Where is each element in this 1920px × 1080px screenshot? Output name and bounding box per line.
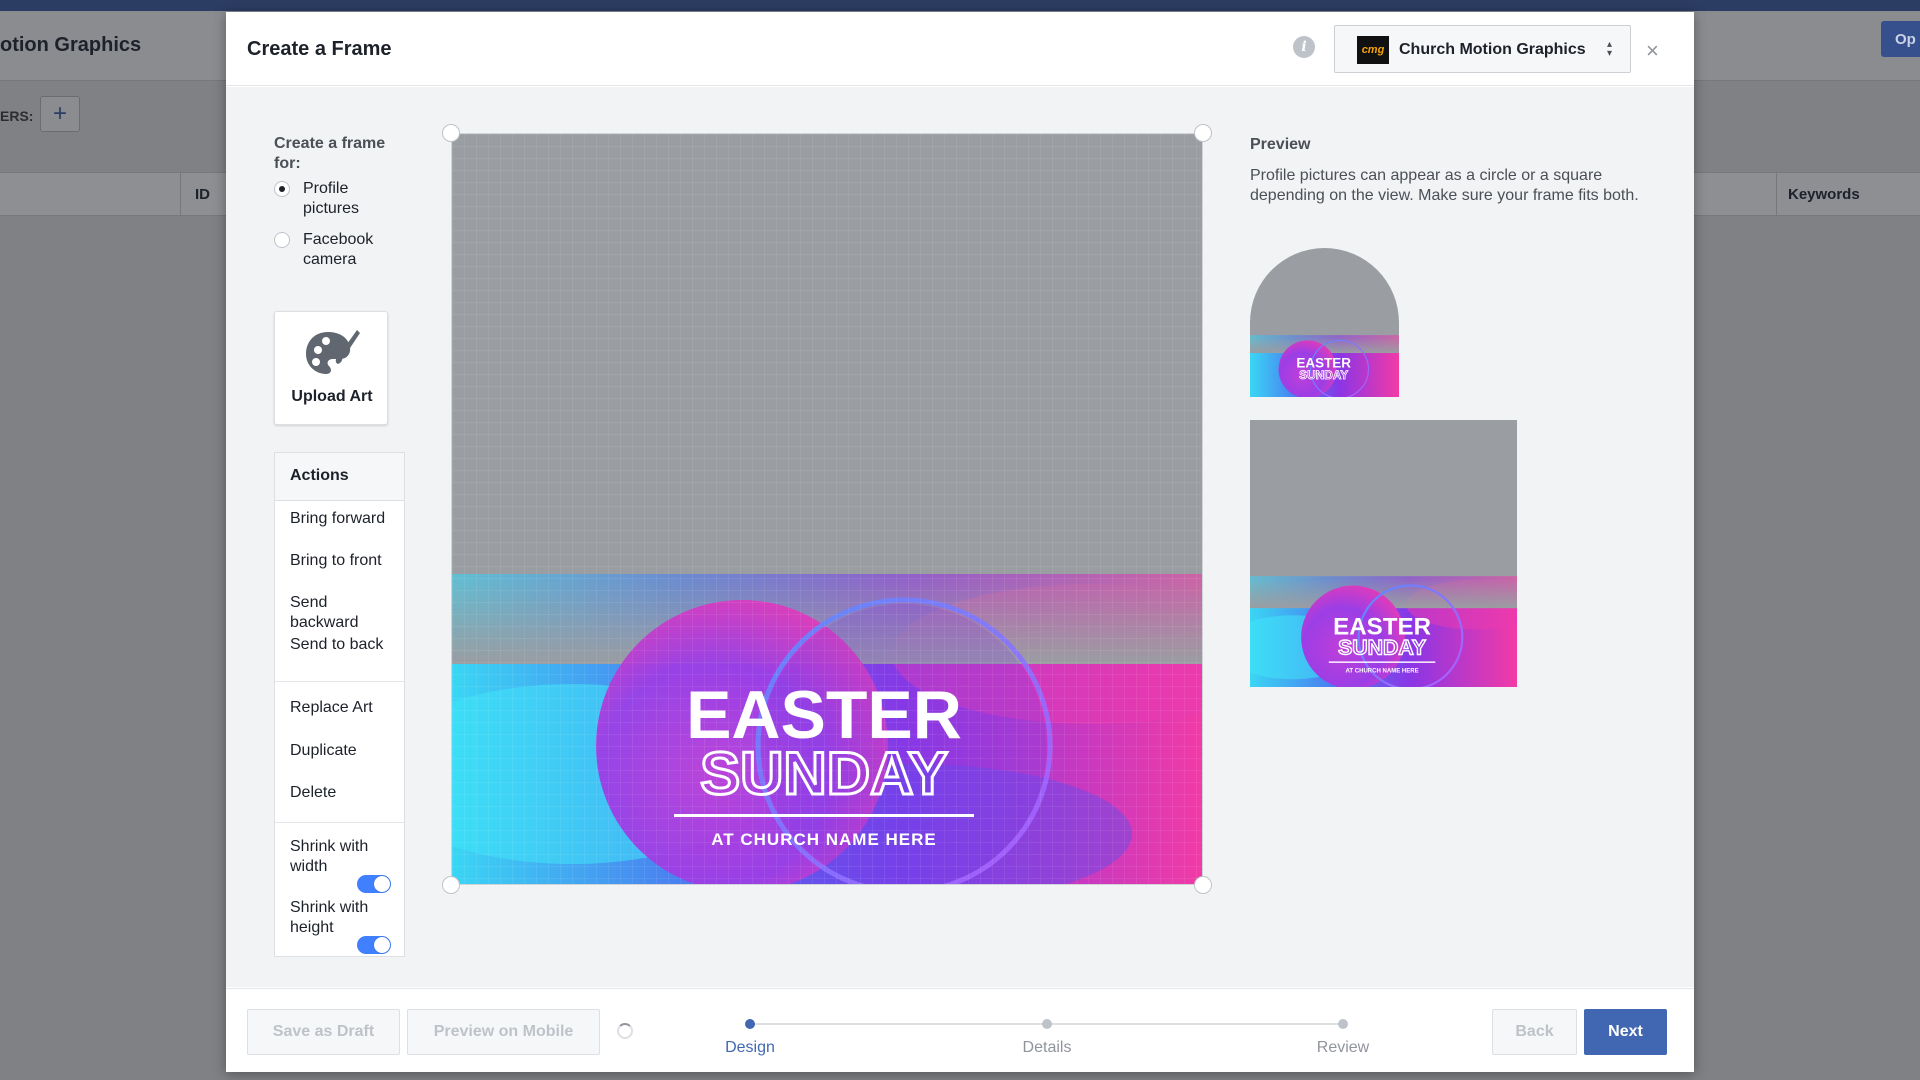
create-frame-dialog: Create a Frame i cmg Church Motion Graph… [226, 12, 1694, 1072]
shrink-height-toggle[interactable] [357, 936, 391, 954]
square-preview-subtitle: SUNDAY [1338, 635, 1426, 659]
step-design[interactable]: Design [690, 1039, 810, 1057]
resize-handle-top-right[interactable] [1194, 124, 1212, 142]
column-divider [1776, 172, 1777, 216]
frame-canvas[interactable]: EASTER SUNDAY AT CHURCH NAME HERE [451, 133, 1203, 885]
canvas-grid [452, 134, 1202, 884]
info-icon[interactable]: i [1293, 36, 1315, 58]
square-preview-caption: AT CHURCH NAME HERE [1346, 668, 1419, 674]
resize-handle-top-left[interactable] [442, 124, 460, 142]
circle-preview-subtitle: SUNDAY [1299, 368, 1348, 382]
radio-selected-icon[interactable] [274, 181, 290, 197]
next-button[interactable]: Next [1584, 1009, 1667, 1055]
square-preview-image: EASTER SUNDAY AT CHURCH NAME HERE [1250, 420, 1517, 687]
shrink-height-label: Shrink with height [290, 899, 369, 936]
square-preview: EASTER SUNDAY AT CHURCH NAME HERE [1250, 420, 1517, 687]
palette-icon [306, 330, 360, 374]
radio-label[interactable]: Facebook camera [303, 230, 403, 270]
dialog-header: Create a Frame i cmg Church Motion Graph… [226, 12, 1694, 86]
step-dot-review [1338, 1019, 1348, 1029]
divider [275, 822, 404, 823]
filters-label: ERS: [0, 108, 34, 124]
resize-handle-bottom-left[interactable] [442, 876, 460, 894]
step-review[interactable]: Review [1283, 1039, 1403, 1057]
add-filter-button[interactable]: + [40, 96, 80, 132]
upload-art-label: Upload Art [291, 388, 373, 405]
back-button[interactable]: Back [1492, 1009, 1577, 1055]
page-logo: cmg [1357, 36, 1389, 64]
preview-title: Preview [1250, 136, 1311, 153]
column-keywords-header[interactable]: Keywords [1788, 186, 1860, 203]
save-draft-button[interactable]: Save as Draft [247, 1009, 400, 1055]
bring-to-front-action[interactable]: Bring to front [290, 551, 400, 571]
shrink-width-label: Shrink with width [290, 838, 369, 875]
circle-preview-image: EASTER SUNDAY [1250, 248, 1399, 397]
delete-action[interactable]: Delete [290, 783, 400, 803]
top-bar [0, 0, 1920, 11]
column-divider [180, 172, 181, 216]
dialog-body: Create a frame for: Profile pictures Fac… [226, 87, 1694, 987]
step-dot-design [745, 1019, 755, 1029]
page-title: otion Graphics [0, 34, 142, 56]
dialog-footer: Save as Draft Preview on Mobile Design D… [226, 988, 1694, 1072]
preview-description: Profile pictures can appear as a circle … [1250, 167, 1639, 204]
page-selector[interactable]: cmg Church Motion Graphics ▴ ▾ [1334, 25, 1631, 73]
send-backward-action[interactable]: Send backward [290, 593, 400, 633]
replace-art-action[interactable]: Replace Art [290, 698, 400, 718]
actions-panel: Actions Bring forward Bring to front Sen… [274, 452, 405, 957]
shrink-width-toggle[interactable] [357, 875, 391, 893]
divider [275, 681, 404, 682]
step-dot-details [1042, 1019, 1052, 1029]
frame-for-label: Create a frame for: [274, 135, 386, 172]
loading-spinner-icon [617, 1023, 633, 1039]
actions-header: Actions [275, 453, 404, 501]
step-details[interactable]: Details [987, 1039, 1107, 1057]
actions-title: Actions [290, 467, 349, 484]
options-button[interactable]: Op [1881, 21, 1920, 57]
radio-label[interactable]: Profile pictures [303, 179, 403, 219]
circle-preview: EASTER SUNDAY [1250, 248, 1399, 397]
upload-art-button[interactable]: Upload Art [274, 311, 388, 425]
column-id-header[interactable]: ID [195, 186, 210, 203]
bring-forward-action[interactable]: Bring forward [290, 509, 400, 529]
dialog-title: Create a Frame [247, 38, 392, 60]
send-to-back-action[interactable]: Send to back [290, 635, 400, 655]
duplicate-action[interactable]: Duplicate [290, 741, 400, 761]
resize-handle-bottom-right[interactable] [1194, 876, 1212, 894]
close-icon[interactable]: × [1646, 38, 1659, 64]
chevron-updown-icon: ▴ ▾ [1607, 39, 1613, 59]
preview-mobile-button[interactable]: Preview on Mobile [407, 1009, 600, 1055]
radio-unselected-icon[interactable] [274, 232, 290, 248]
page-selector-label: Church Motion Graphics [1399, 41, 1586, 58]
